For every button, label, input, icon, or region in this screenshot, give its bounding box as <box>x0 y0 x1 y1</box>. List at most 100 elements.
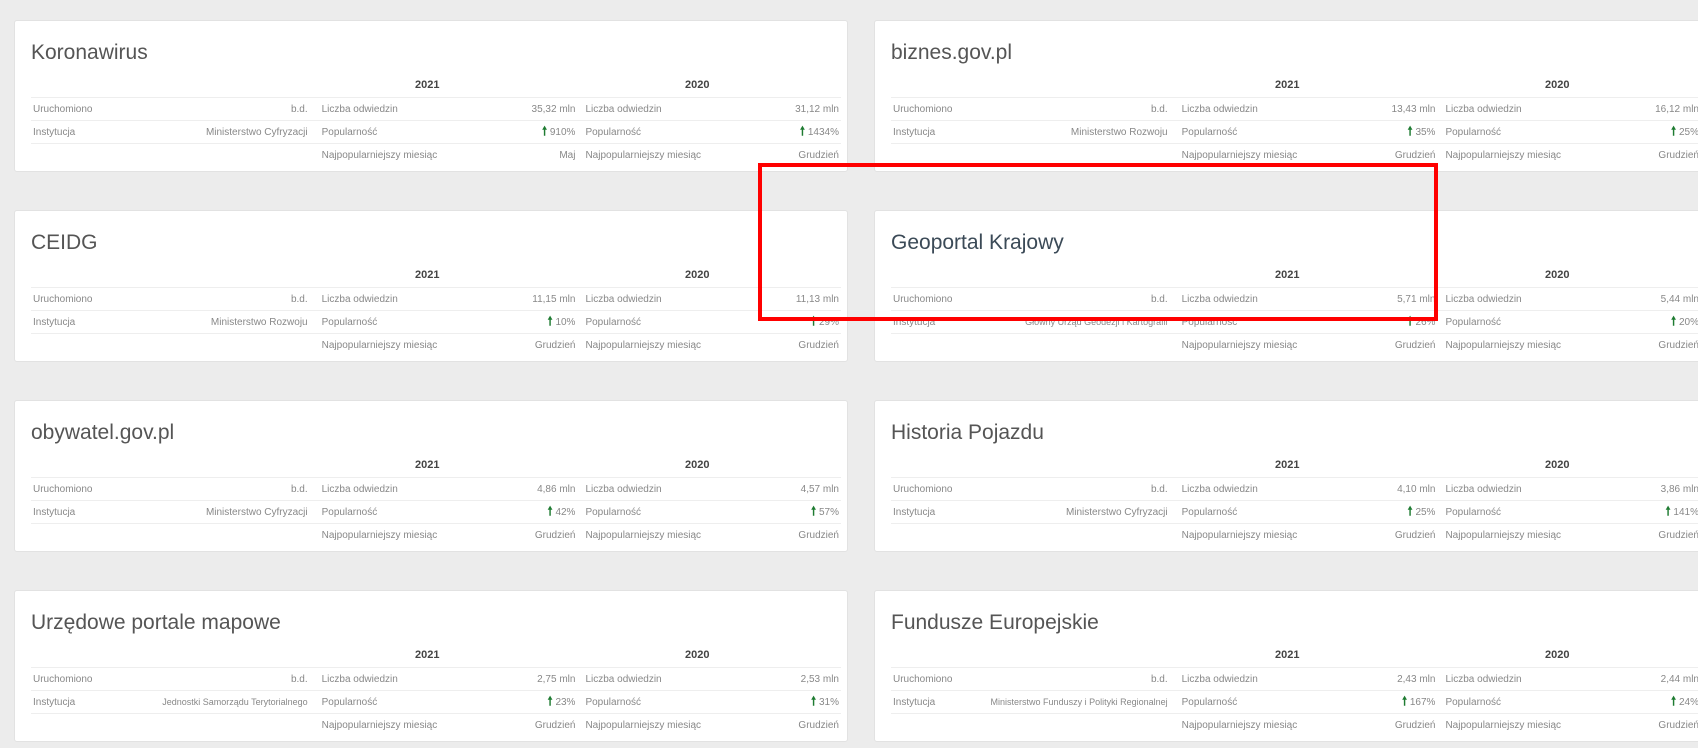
metric-value-text: 167% <box>1409 696 1436 708</box>
metric-label: Liczba odwiedzin <box>309 477 487 501</box>
metric-label: Popularność <box>577 500 751 524</box>
row-value: b.d. <box>110 667 310 691</box>
metric-value-text: 25% <box>1415 506 1436 518</box>
card-ceidg[interactable]: CEIDG 2021 2020 Uruchomiono b.d. Liczba … <box>14 210 848 362</box>
metric-value: 11,15 mln <box>486 287 578 311</box>
metric-value: Grudzień <box>1610 333 1698 356</box>
stats-table: Uruchomiono b.d. Liczba odwiedzin 4,86 m… <box>31 477 841 546</box>
table-row: Instytucja Główny Urząd Geodezji i Karto… <box>891 310 1698 334</box>
card-title: Fundusze Europejskie <box>891 611 1099 634</box>
metric-value: 5,71 mln <box>1346 287 1438 311</box>
metric-label: Najpopularniejszy miesiąc <box>1437 333 1611 356</box>
card-urzedowe-portale-mapowe[interactable]: Urzędowe portale mapowe 2021 2020 Urucho… <box>14 590 848 742</box>
year-2021-label: 2021 <box>415 79 440 91</box>
row-value <box>110 523 310 546</box>
row-label: Uruchomiono <box>891 477 971 501</box>
metric-value: 🠕 10% <box>486 310 578 334</box>
card-title: Koronawirus <box>31 41 148 64</box>
card-title: Geoportal Krajowy <box>891 231 1064 254</box>
row-label: Instytucja <box>891 310 971 334</box>
metric-value: 🠕 35% <box>1346 120 1438 144</box>
table-row: Uruchomiono b.d. Liczba odwiedzin 5,71 m… <box>891 287 1698 311</box>
row-label: Instytucja <box>31 120 111 144</box>
metric-value: Maj <box>486 143 578 166</box>
metric-value-text: 42% <box>555 506 576 518</box>
year-2020-label: 2020 <box>685 269 710 281</box>
year-2020-label: 2020 <box>1545 269 1570 281</box>
row-label: Uruchomiono <box>31 97 111 121</box>
card-historia-pojazdu[interactable]: Historia Pojazdu 2021 2020 Uruchomiono b… <box>874 400 1698 552</box>
metric-label: Liczba odwiedzin <box>1169 97 1347 121</box>
metric-label: Popularność <box>1437 310 1611 334</box>
metric-value: Grudzień <box>1346 713 1438 736</box>
arrow-up-icon: 🠕 <box>541 123 548 138</box>
metric-label: Najpopularniejszy miesiąc <box>1169 333 1347 356</box>
metric-value: 🠕 141% <box>1610 500 1698 524</box>
metric-value-text: 29% <box>818 316 839 328</box>
stats-table: Uruchomiono b.d. Liczba odwiedzin 11,15 … <box>31 287 841 356</box>
row-label <box>31 143 111 166</box>
table-row: Uruchomiono b.d. Liczba odwiedzin 13,43 … <box>891 97 1698 121</box>
card-biznes-gov[interactable]: biznes.gov.pl 2021 2020 Uruchomiono b.d.… <box>874 20 1698 172</box>
table-row: Instytucja Ministerstwo Funduszy i Polit… <box>891 690 1698 714</box>
metric-value: Grudzień <box>750 143 841 166</box>
row-value <box>970 333 1170 356</box>
card-fundusze-europejskie[interactable]: Fundusze Europejskie 2021 2020 Uruchomio… <box>874 590 1698 742</box>
card-koronawirus[interactable]: Koronawirus 2021 2020 Uruchomiono b.d. L… <box>14 20 848 172</box>
metric-value-text: 20% <box>1678 316 1698 328</box>
row-label: Instytucja <box>891 500 971 524</box>
year-2021-label: 2021 <box>415 459 440 471</box>
metric-label: Najpopularniejszy miesiąc <box>309 523 487 546</box>
metric-label: Popularność <box>1169 690 1347 714</box>
row-label: Instytucja <box>31 310 111 334</box>
arrow-up-icon: 🠕 <box>811 313 817 328</box>
row-value: Ministerstwo Cyfryzacji <box>970 500 1170 524</box>
row-label <box>31 713 111 736</box>
row-label <box>31 523 111 546</box>
arrow-up-icon: 🠕 <box>811 503 817 518</box>
metric-label: Liczba odwiedzin <box>1169 667 1347 691</box>
metric-label: Najpopularniejszy miesiąc <box>577 523 751 546</box>
year-2021-label: 2021 <box>1275 649 1300 661</box>
metric-label: Popularność <box>1437 500 1611 524</box>
metric-value: 31,12 mln <box>750 97 841 121</box>
metric-value: 4,86 mln <box>486 477 578 501</box>
year-2020-label: 2020 <box>685 459 710 471</box>
metric-label: Liczba odwiedzin <box>309 97 487 121</box>
metric-label: Najpopularniejszy miesiąc <box>1437 143 1611 166</box>
year-2020-label: 2020 <box>685 649 710 661</box>
metric-value: 11,13 mln <box>750 287 841 311</box>
metric-label: Najpopularniejszy miesiąc <box>577 333 751 356</box>
row-value: b.d. <box>970 477 1170 501</box>
row-value: Główny Urząd Geodezji i Kartografii <box>970 310 1170 334</box>
metric-label: Popularność <box>1437 690 1611 714</box>
metric-value: 🠕 26% <box>1346 310 1438 334</box>
metric-value: 2,75 mln <box>486 667 578 691</box>
metric-label: Popularność <box>309 310 487 334</box>
row-value: Jednostki Samorządu Terytorialnego <box>110 690 310 714</box>
metric-label: Liczba odwiedzin <box>1437 477 1611 501</box>
card-geoportal-krajowy[interactable]: Geoportal Krajowy 2021 2020 Uruchomiono … <box>874 210 1698 362</box>
arrow-up-icon: 🠕 <box>1671 693 1677 708</box>
metric-value: 🠕 57% <box>750 500 841 524</box>
year-2020-label: 2020 <box>1545 649 1570 661</box>
portal-cards-grid: Koronawirus 2021 2020 Uruchomiono b.d. L… <box>14 20 1698 748</box>
metric-value: Grudzień <box>1346 143 1438 166</box>
row-label <box>891 713 971 736</box>
metric-value: 2,43 mln <box>1346 667 1438 691</box>
row-value: Ministerstwo Funduszy i Polityki Regiona… <box>970 690 1170 714</box>
metric-label: Popularność <box>1169 120 1347 144</box>
row-label <box>891 143 971 166</box>
metric-value: 🠕 42% <box>486 500 578 524</box>
metric-value: 🠕 23% <box>486 690 578 714</box>
row-label: Instytucja <box>31 500 111 524</box>
card-title: obywatel.gov.pl <box>31 421 175 444</box>
metric-label: Liczba odwiedzin <box>577 97 751 121</box>
year-2021-label: 2021 <box>1275 459 1300 471</box>
row-value: Ministerstwo Rozwoju <box>970 120 1170 144</box>
metric-value: Grudzień <box>486 713 578 736</box>
arrow-up-icon: 🠕 <box>1401 693 1408 708</box>
metric-label: Popularność <box>309 120 487 144</box>
year-2021-label: 2021 <box>1275 79 1300 91</box>
card-obywatel-gov[interactable]: obywatel.gov.pl 2021 2020 Uruchomiono b.… <box>14 400 848 552</box>
